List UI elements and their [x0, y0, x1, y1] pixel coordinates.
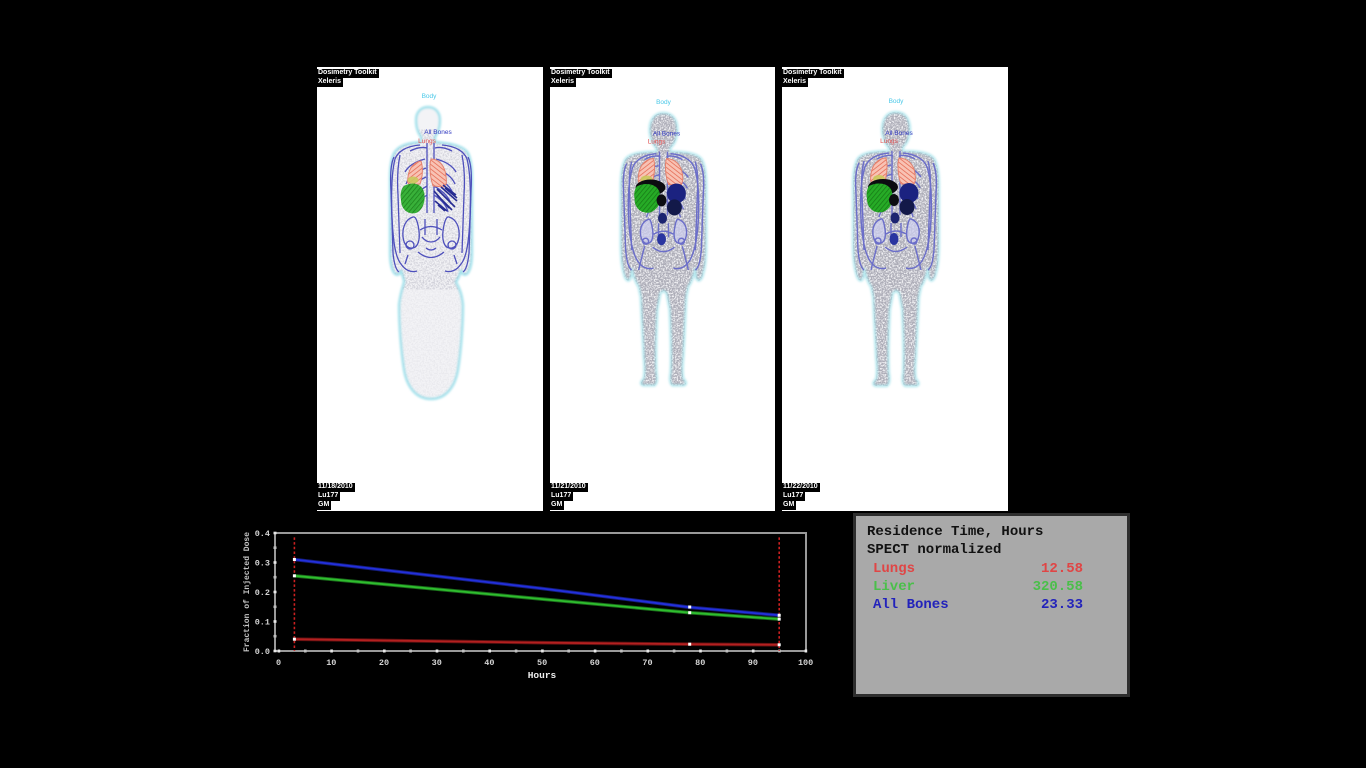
svg-text:0: 0	[276, 658, 281, 668]
svg-text:0.3: 0.3	[255, 559, 270, 569]
svg-text:0.1: 0.1	[255, 618, 270, 628]
svg-text:0.4: 0.4	[255, 529, 270, 539]
svg-text:90: 90	[748, 658, 758, 668]
svg-text:20: 20	[379, 658, 389, 668]
svg-text:10: 10	[326, 658, 336, 668]
svg-text:30: 30	[432, 658, 442, 668]
svg-text:60: 60	[590, 658, 600, 668]
svg-text:0.2: 0.2	[255, 588, 270, 598]
svg-text:0.0: 0.0	[255, 647, 270, 657]
svg-text:100: 100	[798, 658, 813, 668]
svg-text:70: 70	[642, 658, 652, 668]
svg-text:Fraction of Injected Dose: Fraction of Injected Dose	[243, 532, 252, 652]
svg-text:Hours: Hours	[528, 670, 557, 681]
svg-text:50: 50	[537, 658, 547, 668]
svg-text:40: 40	[484, 658, 494, 668]
svg-text:80: 80	[695, 658, 705, 668]
